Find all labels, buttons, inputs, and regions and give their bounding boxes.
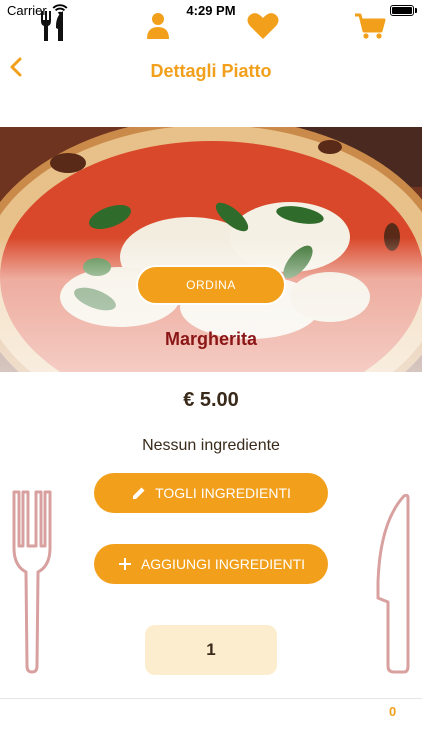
battery-tip: [415, 8, 417, 13]
remove-ingredients-button[interactable]: TOGLI INGREDIENTI: [94, 473, 328, 513]
plus-icon: [118, 558, 131, 570]
ingredients-status: Nessun ingrediente: [142, 437, 280, 454]
add-ingredients-label: AGGIUNGI INGREDIENTI: [140, 556, 306, 572]
tab-menu[interactable]: [33, 8, 73, 44]
dish-image: ORDINA Margherita: [0, 127, 422, 372]
heart-icon: [247, 13, 279, 39]
tab-profile[interactable]: [138, 8, 178, 44]
knife-decoration-icon: [376, 493, 410, 674]
fork-knife-icon: [41, 11, 63, 41]
dish-name: Margherita: [164, 329, 258, 349]
dish-price: € 5.00: [183, 389, 239, 411]
remove-ingredients-label: TOGLI INGREDIENTI: [155, 485, 291, 501]
user-icon: [147, 13, 169, 39]
add-ingredients-button[interactable]: AGGIUNGI INGREDIENTI: [94, 544, 328, 584]
quantity-field[interactable]: 1: [145, 625, 277, 675]
page-title: Dettagli Piatto: [150, 61, 272, 81]
tab-cart[interactable]: [350, 8, 390, 44]
fork-decoration-icon: [12, 490, 52, 674]
battery-icon: [390, 5, 414, 16]
order-button[interactable]: ORDINA: [136, 265, 286, 305]
tab-favorites[interactable]: [243, 8, 283, 44]
pencil-icon: [133, 487, 145, 499]
tab-bar: [0, 698, 422, 750]
cart-icon: [355, 13, 386, 39]
cart-count-badge: 0: [389, 704, 397, 719]
